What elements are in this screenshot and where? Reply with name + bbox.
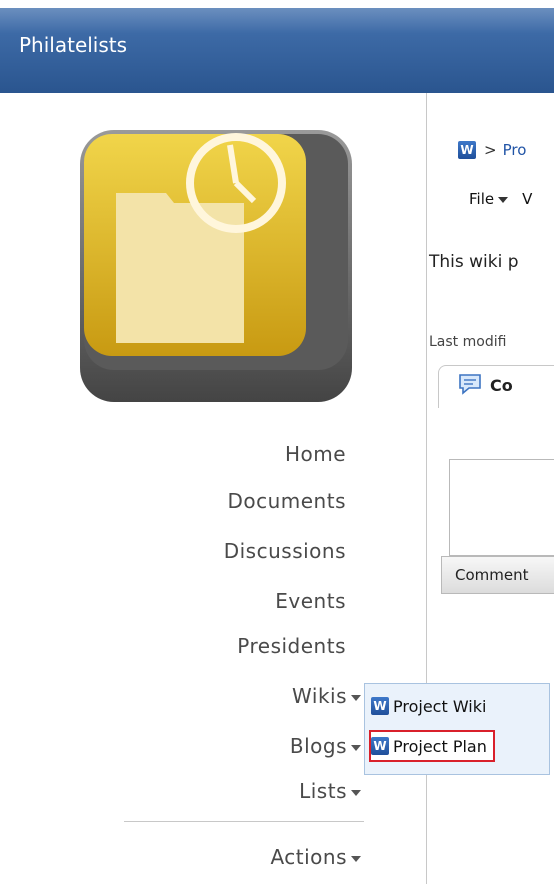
comment-icon [457,372,483,400]
nav-item-wikis[interactable]: Wikis [292,684,361,708]
chevron-down-icon [351,855,361,862]
file-menu[interactable]: File [469,190,494,208]
nav-item-presidents[interactable]: Presidents [237,634,346,658]
wiki-body-text: This wiki p [429,252,519,272]
menu-item-project-plan[interactable]: W Project Plan [369,730,495,762]
nav-item-lists[interactable]: Lists [299,779,361,803]
breadcrumb: W > Pro [458,141,526,159]
nav-item-events[interactable]: Events [275,589,346,613]
tab-comments[interactable]: Co [438,365,554,408]
menu-item-project-wiki[interactable]: W Project Wiki [371,692,486,720]
chevron-down-icon [351,744,361,751]
nav-item-home[interactable]: Home [285,442,346,466]
header-bar: Philatelists [0,0,554,93]
wiki-icon: W [371,737,389,755]
wikis-dropdown-menu: W Project Wiki W Project Plan [364,683,550,775]
comment-input[interactable] [449,459,554,556]
nav-item-documents[interactable]: Documents [227,489,346,513]
last-modified-text: Last modifi [429,334,507,350]
site-title: Philatelists [19,33,128,57]
chevron-down-icon [351,789,361,796]
wiki-icon: W [458,141,476,159]
chevron-down-icon [351,694,361,701]
breadcrumb-link[interactable]: Pro [503,141,527,159]
nav-item-actions[interactable]: Actions [270,845,361,869]
nav-item-discussions[interactable]: Discussions [224,539,346,563]
comment-button[interactable]: Comment [441,556,554,594]
wiki-icon: W [371,697,389,715]
chevron-down-icon [498,196,509,203]
view-menu[interactable]: V [522,190,532,208]
nav-item-blogs[interactable]: Blogs [290,734,361,758]
nav-separator [124,821,364,822]
folder-clock-icon [80,130,352,402]
file-toolbar: File V [469,190,532,208]
community-logo [76,125,356,405]
